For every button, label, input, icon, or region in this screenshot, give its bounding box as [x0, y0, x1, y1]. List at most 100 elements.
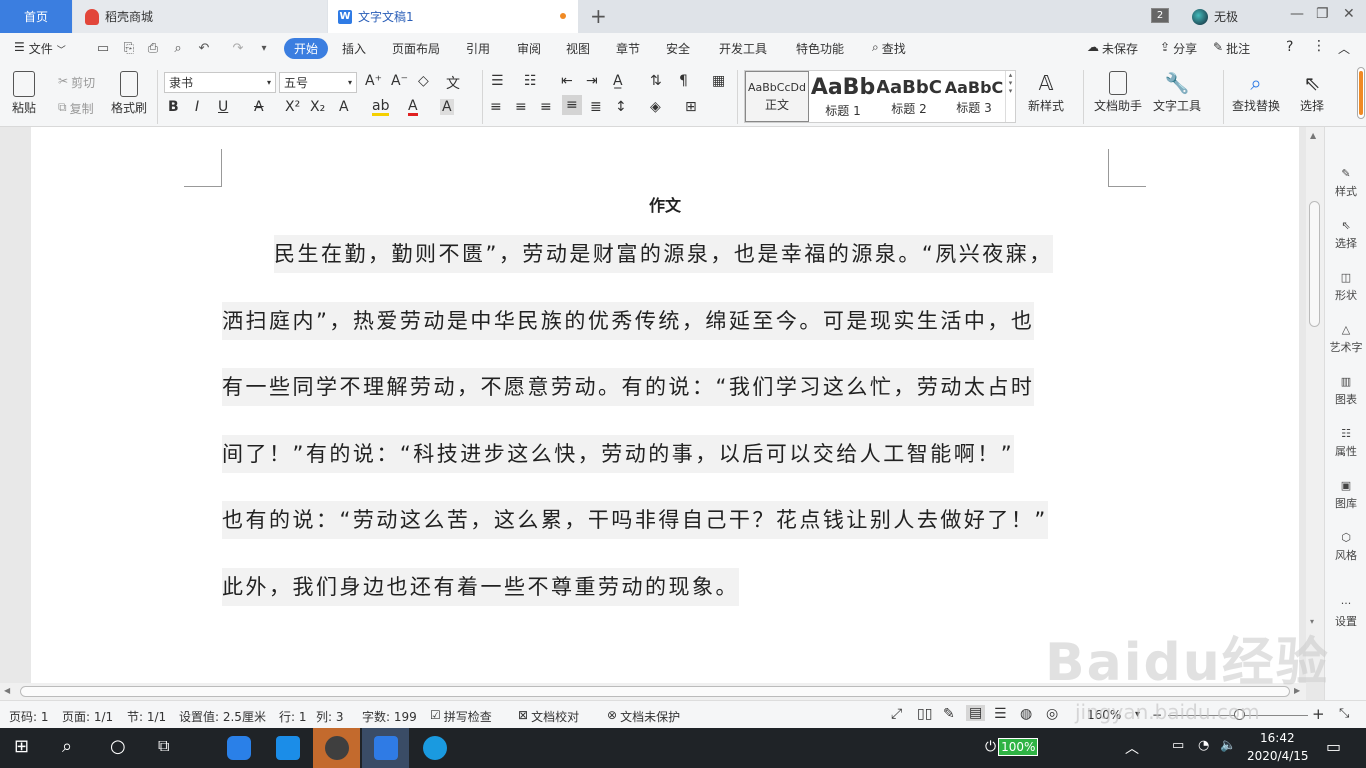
outline-view-icon[interactable]: ☰	[994, 706, 1007, 722]
page-view-icon[interactable]: ▤	[966, 705, 986, 721]
shrink-font-icon[interactable]: A⁻	[391, 73, 408, 89]
tab-view[interactable]: 视图	[566, 40, 590, 57]
collapse-ribbon-icon[interactable]: ︿	[1338, 40, 1350, 57]
vertical-scrollbar[interactable]: ▲ ▾	[1306, 127, 1324, 683]
underline-icon[interactable]: U	[218, 99, 228, 115]
border-icon[interactable]: ⊞	[685, 99, 697, 115]
text-effect-icon[interactable]: A	[339, 99, 349, 115]
spell-check-button[interactable]: ☑ 拼写检查	[430, 708, 492, 725]
pen-icon[interactable]: ✎	[943, 706, 955, 722]
decrease-indent-icon[interactable]: ⇤	[561, 73, 573, 89]
side-wordart[interactable]: △ 艺术字	[1325, 323, 1366, 355]
print-preview-icon[interactable]: ⌕	[171, 42, 185, 56]
share-button[interactable]: ⇪ 分享	[1160, 40, 1197, 57]
font-color-icon[interactable]: A	[408, 99, 418, 116]
document-page[interactable]: 作文 民生在勤，勤则不匮”，劳动是财富的源泉，也是幸福的源泉。“夙兴夜寐， 洒扫…	[31, 127, 1299, 683]
read-mode-icon[interactable]: ▯▯	[917, 706, 932, 722]
select-button[interactable]: ⇖ 选择	[1300, 71, 1324, 114]
style-normal[interactable]: AaBbCcDd 正文	[745, 71, 809, 122]
app-icon-game[interactable]	[227, 736, 251, 760]
side-chart[interactable]: ▥ 图表	[1325, 375, 1366, 407]
web-view-icon[interactable]: ◍	[1020, 706, 1032, 722]
font-name-select[interactable]: 隶书 ▾	[164, 72, 276, 93]
tab-references[interactable]: 引用	[466, 40, 490, 57]
strikethrough-icon[interactable]: A	[254, 99, 264, 115]
ribbon-scroll[interactable]	[1357, 67, 1365, 119]
scroll-up-icon[interactable]: ▲	[1310, 131, 1316, 140]
comment-button[interactable]: ✎ 批注	[1213, 40, 1250, 57]
redo-icon[interactable]: ↷	[231, 42, 245, 56]
increase-indent-icon[interactable]: ⇥	[586, 73, 598, 89]
tab-security[interactable]: 安全	[666, 40, 690, 57]
scroll-thumb[interactable]	[1309, 201, 1320, 327]
fit-page-icon[interactable]: ⤡	[1339, 706, 1349, 721]
side-style-theme[interactable]: ⬡ 风格	[1325, 531, 1366, 563]
doc-assistant-button[interactable]: 文档助手	[1094, 71, 1142, 114]
superscript-icon[interactable]: X²	[285, 99, 300, 115]
export-icon[interactable]: ⎘	[122, 42, 136, 56]
style-scroll[interactable]: ▴ ▾ ▾	[1005, 71, 1015, 122]
help-button[interactable]: ?	[1286, 39, 1293, 55]
justify-icon[interactable]: ≡	[562, 95, 582, 115]
table-icon[interactable]: ▦	[712, 73, 725, 89]
text-direction-icon[interactable]: A̲	[613, 73, 623, 89]
save-icon[interactable]: ▭	[96, 42, 110, 56]
new-tab-button[interactable]: +	[590, 4, 607, 28]
line-spacing-icon[interactable]: ↕	[615, 99, 627, 115]
tab-chapter[interactable]: 章节	[616, 40, 640, 57]
file-menu[interactable]: ☰ 文件 ﹀	[14, 40, 66, 57]
tab-start[interactable]: 开始	[284, 38, 329, 59]
new-style-button[interactable]: 𝔸 新样式	[1028, 71, 1064, 114]
eye-protection-icon[interactable]: ◎	[1046, 706, 1058, 722]
align-right-icon[interactable]: ≡	[540, 99, 552, 115]
tab-developer[interactable]: 开发工具	[719, 40, 767, 57]
window-count-badge[interactable]: 2	[1151, 8, 1169, 23]
tab-review[interactable]: 审阅	[517, 40, 541, 57]
restore-icon[interactable]: ❐	[1316, 6, 1329, 22]
grow-font-icon[interactable]: A⁺	[365, 73, 382, 89]
fullscreen-icon[interactable]: ⤢	[891, 706, 902, 722]
clock-time[interactable]: 16:42	[1260, 731, 1295, 745]
font-size-select[interactable]: 五号 ▾	[279, 72, 357, 93]
close-icon[interactable]: ✕	[1343, 6, 1355, 22]
find-replace-button[interactable]: ⌕ 查找替换	[1232, 71, 1280, 114]
notification-icon[interactable]: ▭	[1326, 737, 1341, 756]
style-heading-1[interactable]: AaBb 标题 1	[811, 71, 875, 122]
phonetic-icon[interactable]: 文	[446, 73, 460, 93]
app-icon-browser[interactable]	[423, 736, 447, 760]
chevron-up-icon[interactable]: ︿	[1125, 738, 1139, 758]
side-select[interactable]: ⇖ 选择	[1325, 219, 1366, 251]
paste-button[interactable]: 粘贴	[12, 71, 36, 116]
user-account[interactable]: 无极	[1192, 8, 1238, 25]
align-left-icon[interactable]: ≡	[490, 99, 502, 115]
side-styles[interactable]: ✎ 样式	[1325, 167, 1366, 199]
task-view-icon[interactable]: ⧉	[158, 736, 169, 756]
scroll-left-icon[interactable]: ◀	[4, 686, 10, 695]
tab-page-layout[interactable]: 页面布局	[392, 40, 440, 57]
highlight-icon[interactable]: ab	[372, 99, 390, 116]
zoom-in-icon[interactable]: +	[1312, 705, 1325, 723]
tab-features[interactable]: 特色功能	[796, 40, 844, 57]
unsaved-button[interactable]: ☁ 未保存	[1087, 40, 1138, 57]
cortana-icon[interactable]: ○	[110, 736, 126, 757]
wifi-icon[interactable]: ◔	[1198, 738, 1209, 753]
bold-icon[interactable]: B	[168, 99, 179, 115]
app-icon-wps[interactable]	[374, 736, 398, 760]
minimize-icon[interactable]: —	[1290, 6, 1304, 22]
format-painter-button[interactable]: 格式刷	[111, 71, 147, 116]
search-icon[interactable]: ⌕	[62, 736, 72, 757]
app-icon-education[interactable]	[325, 736, 349, 760]
battery-icon[interactable]: ▭	[1172, 738, 1184, 753]
numbered-list-icon[interactable]: ☷	[524, 73, 537, 89]
side-settings[interactable]: ··· 设置	[1325, 597, 1366, 629]
style-heading-3[interactable]: AaBbC 标题 3	[943, 71, 1005, 122]
bullet-list-icon[interactable]: ☰	[491, 73, 504, 89]
sort-icon[interactable]: ⇅	[650, 73, 662, 89]
align-center-icon[interactable]: ≡	[515, 99, 527, 115]
side-shapes[interactable]: ◫ 形状	[1325, 271, 1366, 303]
volume-icon[interactable]: 🔈	[1220, 738, 1236, 753]
windows-start-icon[interactable]: ⊞	[14, 736, 29, 757]
clock-date[interactable]: 2020/4/15	[1247, 749, 1309, 763]
print-icon[interactable]: ⎙	[146, 42, 160, 56]
shading-icon[interactable]: ◈	[650, 99, 661, 115]
